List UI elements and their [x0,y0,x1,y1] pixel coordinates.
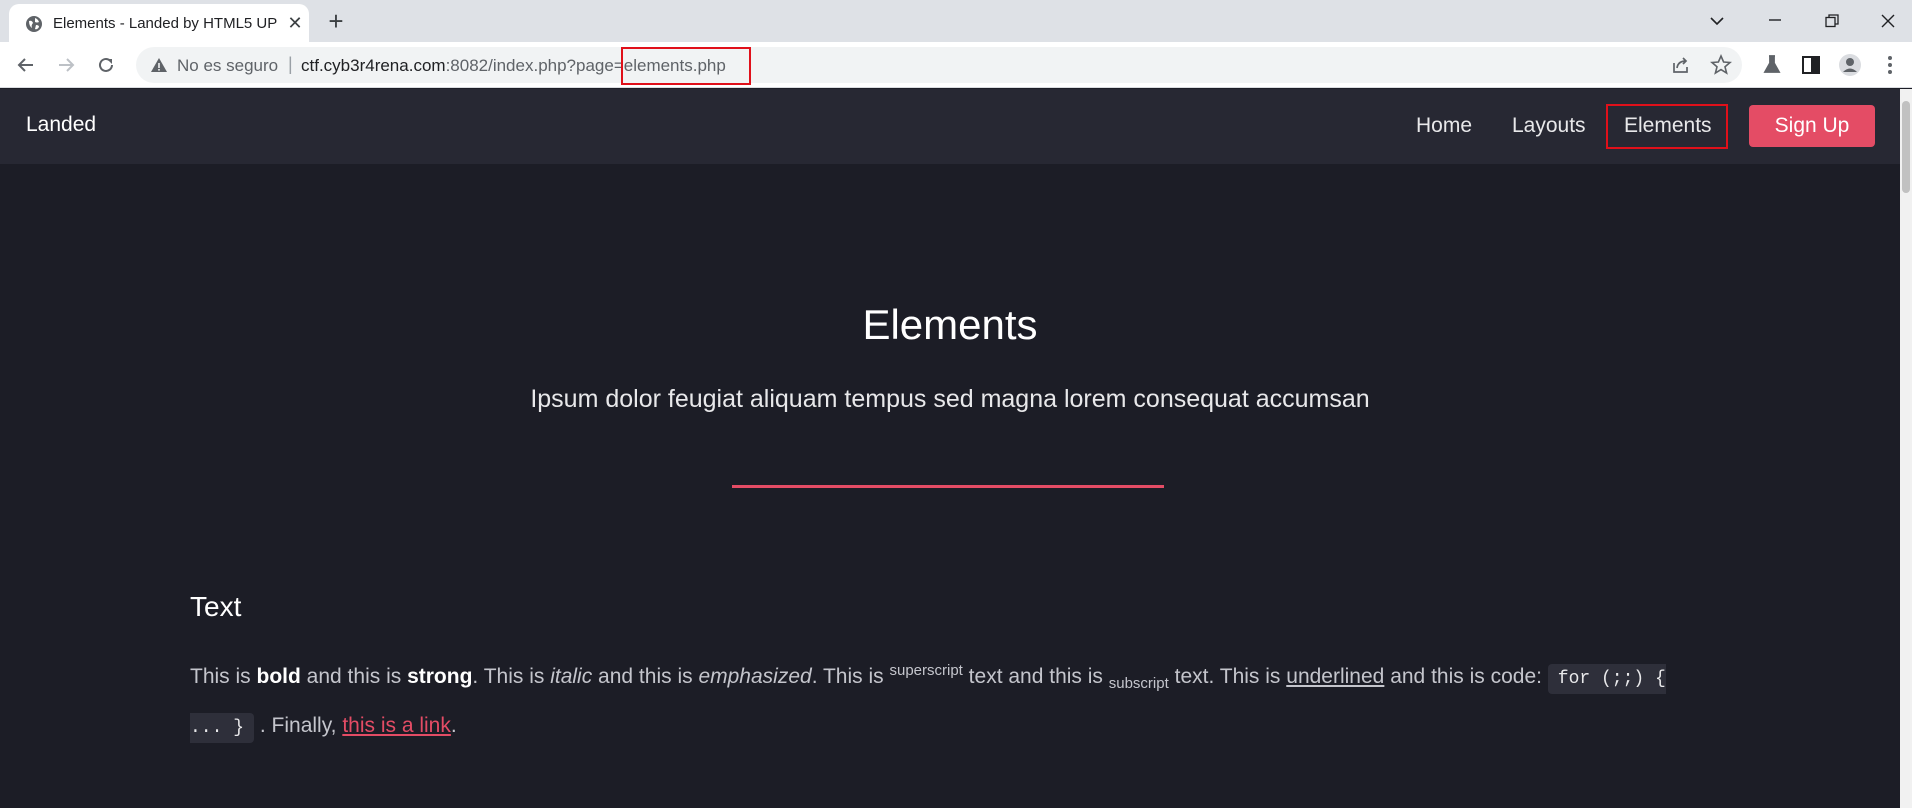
nav-home[interactable]: Home [1416,114,1472,138]
tab-title: Elements - Landed by HTML5 UP [53,15,278,32]
sample-link[interactable]: this is a link [342,714,451,737]
reload-icon[interactable] [91,50,121,80]
address-bar[interactable]: No es seguro | ctf.cyb3r4rena.com:8082/i… [136,47,1742,83]
text-run: . Finally, [254,714,343,738]
italic-text: italic [550,665,593,688]
scrollbar-thumb[interactable] [1902,101,1910,193]
text-run: and this is code: [1384,665,1548,688]
page-subtitle: Ipsum dolor feugiat aliquam tempus sed m… [530,385,1370,413]
browser-toolbar: No es seguro | ctf.cyb3r4rena.com:8082/i… [0,42,1912,88]
accent-divider [732,485,1164,488]
bold-text: bold [256,665,301,688]
underlined-text: underlined [1286,665,1385,688]
profile-avatar-icon[interactable] [1838,53,1862,77]
restore-icon[interactable] [1812,4,1852,38]
share-icon[interactable] [1669,53,1693,77]
sign-up-button[interactable]: Sign Up [1749,105,1875,147]
site-logo[interactable]: Landed [26,113,96,137]
text-run: text and this is [962,665,1109,688]
url-host: ctf.cyb3r4rena.com [301,56,446,75]
text-run: This is [190,665,257,688]
text-run: . This is [811,665,890,688]
minimize-icon[interactable] [1755,4,1795,38]
globe-icon [26,16,42,32]
strong-text: strong [407,665,473,688]
site-header: Landed Home Layouts Elements Sign Up [0,89,1900,164]
tab-search-icon[interactable] [1697,4,1737,38]
text-run: . [450,714,457,738]
nav-annotation-box [1606,104,1728,149]
menu-kebab-icon[interactable] [1878,53,1902,77]
page-title: Elements [862,301,1038,348]
text-run: . This is [472,665,551,688]
text-run: and this is [592,665,699,688]
bookmark-star-icon[interactable] [1709,53,1733,77]
warning-icon[interactable] [150,56,168,74]
text-run: text. This is [1168,665,1287,688]
superscript-text: superscript [889,662,963,679]
text-run: and this is [300,665,408,688]
back-icon[interactable] [11,50,41,80]
url-separator: | [288,54,293,74]
close-tab-icon[interactable]: ✕ [285,13,305,33]
sample-paragraph: This is bold and this is strong. This is… [190,650,1680,749]
url-annotation-box [621,47,751,85]
browser-tab-bar: Elements - Landed by HTML5 UP ✕ + [0,0,1912,42]
page-scrollbar[interactable] [1900,89,1912,808]
section-title-text: Text [190,591,242,622]
new-tab-icon[interactable]: + [322,7,350,35]
labs-flask-icon[interactable] [1760,53,1784,77]
subscript-text: subscript [1108,675,1169,693]
nav-layouts[interactable]: Layouts [1512,114,1586,138]
forward-icon[interactable] [51,50,81,80]
security-status[interactable]: No es seguro [177,56,278,76]
emphasized-text: emphasized [698,665,812,688]
side-panel-icon[interactable] [1799,53,1823,77]
browser-tab[interactable]: Elements - Landed by HTML5 UP ✕ [9,4,309,42]
page-viewport: Landed Home Layouts Elements Sign Up Ele… [0,89,1900,808]
close-window-icon[interactable] [1868,4,1908,38]
